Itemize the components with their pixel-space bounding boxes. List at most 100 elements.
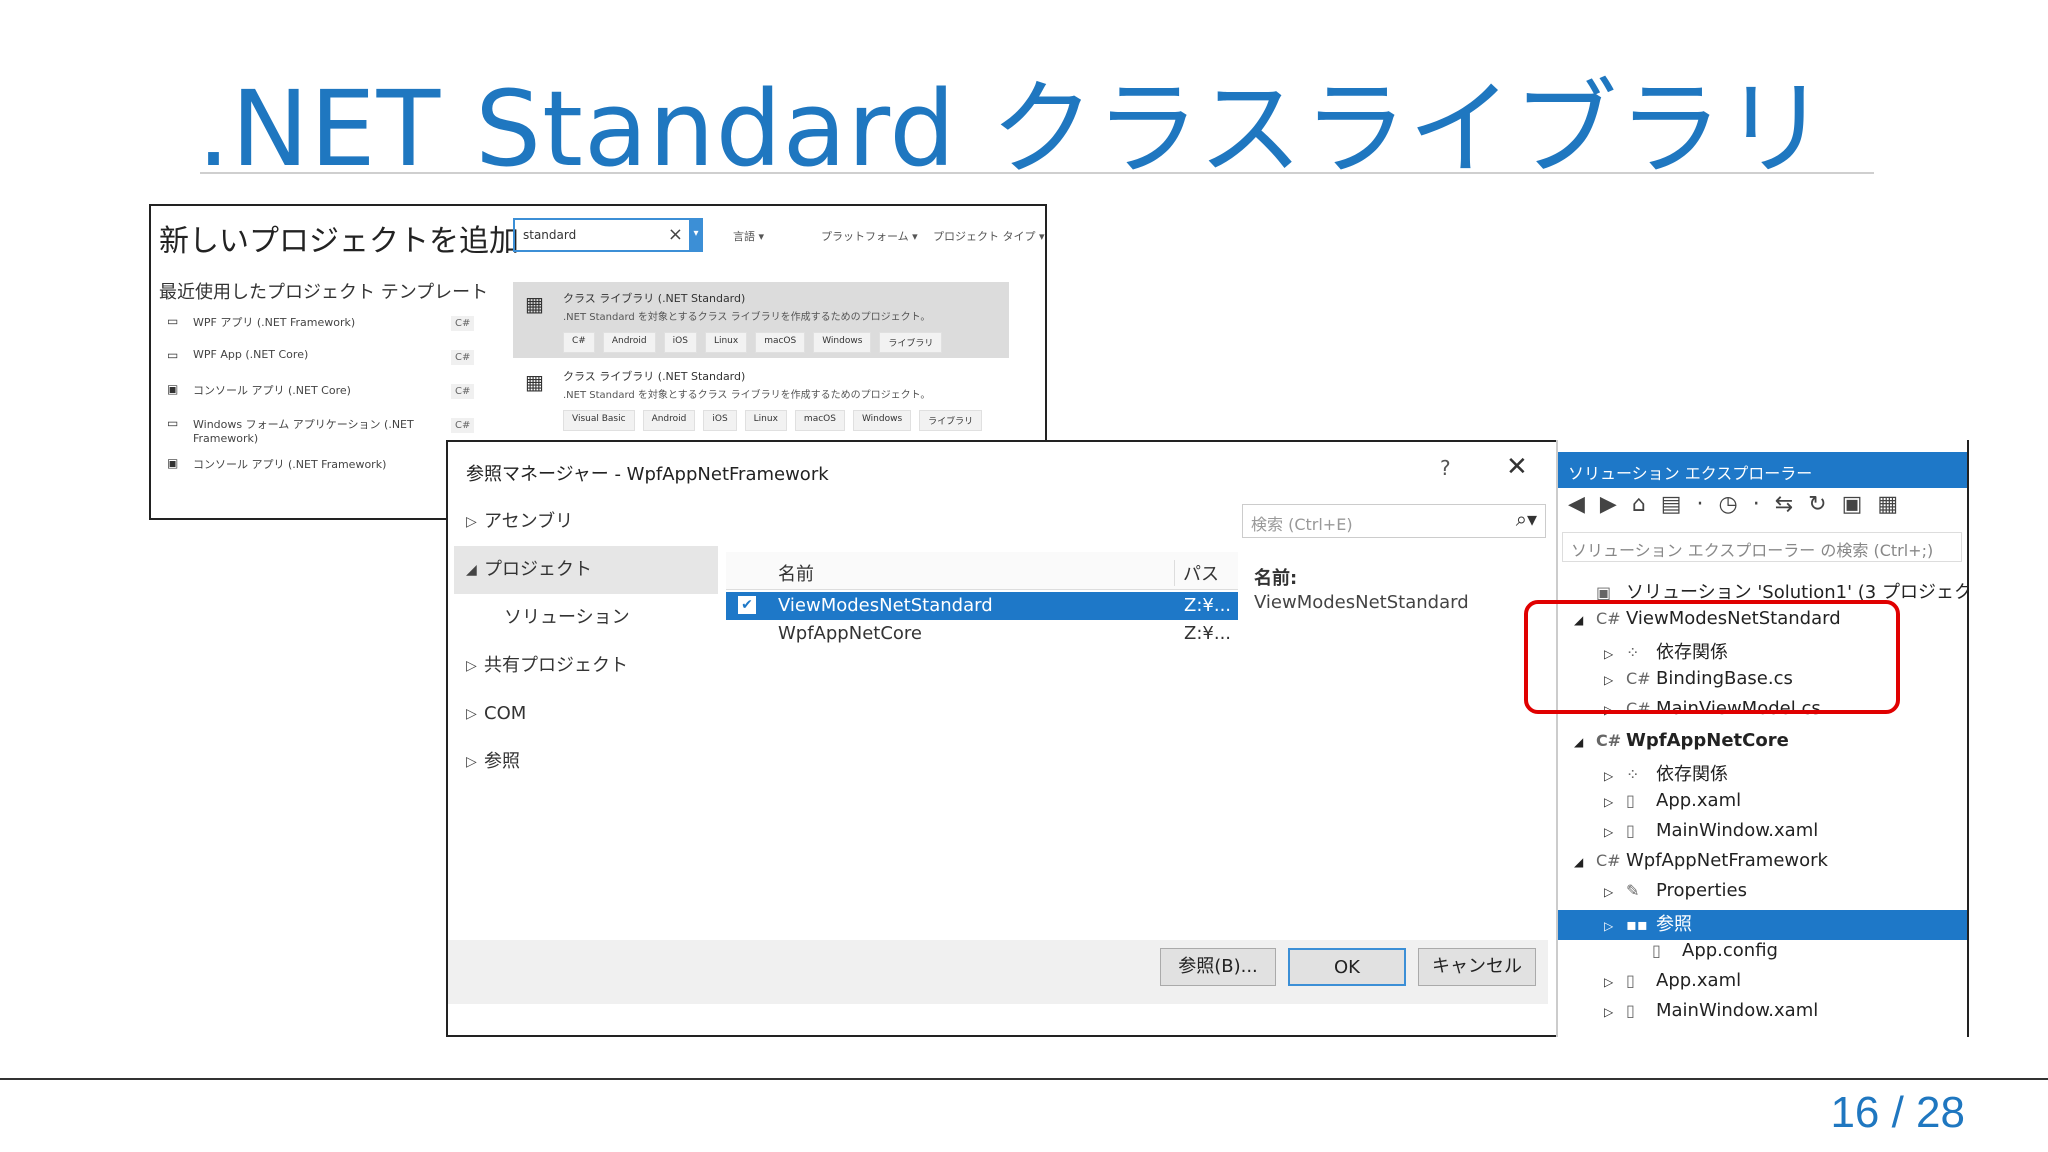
clear-search-icon[interactable]: × xyxy=(668,224,683,245)
cancel-button[interactable]: キャンセル xyxy=(1418,948,1536,986)
file-type-icon: ⁘ xyxy=(1626,765,1640,784)
page-number: 16 / 28 xyxy=(1830,1088,1965,1137)
column-name[interactable]: 名前 xyxy=(778,560,814,586)
recent-template-item[interactable]: ▣コンソール アプリ (.NET Framework)C# xyxy=(165,456,475,490)
console-icon: ▣ xyxy=(167,456,179,470)
reference-manager-title: 参照マネージャー - WpfAppNetFramework xyxy=(466,464,829,485)
file-type-icon: ▯ xyxy=(1626,821,1635,840)
tree-item-label: 依存関係 xyxy=(1656,764,1728,785)
tree-item[interactable]: ▷ ✎ Properties xyxy=(1604,880,1747,910)
expand-icon: ▷ xyxy=(466,754,477,770)
solution-search-input[interactable]: ソリューション エクスプローラー の検索 (Ctrl+;) xyxy=(1562,532,1962,562)
help-icon[interactable]: ? xyxy=(1440,456,1451,480)
file-type-icon: ▯ xyxy=(1652,941,1661,960)
file-type-icon: ▯ xyxy=(1626,791,1635,810)
tree-item-label: MainWindow.xaml xyxy=(1656,820,1819,841)
project-type-filter[interactable]: プロジェクト タイプ ▾ xyxy=(933,228,1045,244)
browse-button[interactable]: 参照(B)... xyxy=(1160,948,1276,986)
ok-button[interactable]: OK xyxy=(1288,948,1406,986)
tree-item[interactable]: ▷ ▯ App.xaml xyxy=(1604,970,1741,1000)
file-type-icon: ▯ xyxy=(1626,971,1635,990)
template-tags: C# Android iOS Linux macOS Windows ライブラリ xyxy=(563,332,943,353)
reference-nav: ▷ アセンブリ ◢ プロジェクト ソリューション ▷ 共有プロジェクト ▷ COM ▷ 参… xyxy=(454,498,718,978)
search-icon[interactable]: ⌕▾ xyxy=(1516,507,1537,531)
recent-templates-list: ▭ WPF アプリ (.NET Framework) C# ▭ WPF App (.N… xyxy=(165,314,475,490)
tree-item-label: WpfAppNetFramework xyxy=(1626,850,1828,871)
template-search-value: standard xyxy=(523,228,577,242)
window-icon: ▭ xyxy=(167,348,179,362)
expand-toggle-icon[interactable]: ◢ xyxy=(1574,855,1596,869)
title-divider xyxy=(200,172,1874,174)
file-type-icon: ▪▪ xyxy=(1626,915,1648,934)
collapse-icon: ◢ xyxy=(466,562,477,578)
nav-item-assemblies[interactable]: ▷ アセンブリ xyxy=(454,498,718,546)
language-filter[interactable]: 言語 ▾ xyxy=(733,228,764,244)
project-grid: 名前 パス ✔ ViewModesNetStandard Z:¥... WpfA… xyxy=(726,552,1238,932)
expand-toggle-icon[interactable]: ▷ xyxy=(1604,885,1626,899)
nav-item-projects[interactable]: ◢ プロジェクト xyxy=(454,546,718,594)
class-library-icon: ▦ xyxy=(525,292,544,316)
solution-explorer-title: ソリューション エクスプローラー xyxy=(1558,452,1967,488)
expand-toggle-icon[interactable]: ◢ xyxy=(1574,735,1596,749)
template-tags: Visual Basic Android iOS Linux macOS Win… xyxy=(563,410,983,431)
window-icon: ▭ xyxy=(167,314,179,328)
tree-item-label: App.xaml xyxy=(1656,970,1742,991)
highlight-box xyxy=(1524,600,1900,714)
table-row[interactable]: WpfAppNetCore Z:¥... xyxy=(726,620,1238,648)
solution-explorer: ソリューション エクスプローラー ◀ ▶ ⌂ ▤ · ◷ · ⇆ ↻ ▣ ▦ ソ… xyxy=(1556,440,1967,1037)
template-search-input[interactable]: standard × ▾ xyxy=(513,218,703,252)
expand-icon: ▷ xyxy=(466,706,477,722)
tree-item[interactable]: ▷ ⁘ 依存関係 xyxy=(1604,760,1728,790)
file-type-icon: ▯ xyxy=(1626,1001,1635,1020)
tree-item[interactable]: ▷ ▯ App.xaml xyxy=(1604,790,1741,820)
expand-icon: ▷ xyxy=(466,658,477,674)
footer-divider xyxy=(0,1078,2048,1080)
table-row[interactable]: ✔ ViewModesNetStandard Z:¥... xyxy=(726,592,1238,620)
template-item-selected[interactable]: ▦ クラス ライブラリ (.NET Standard) .NET Standar… xyxy=(513,282,1009,358)
close-icon[interactable]: ✕ xyxy=(1506,452,1528,482)
tree-item[interactable]: ◢ C# WpfAppNetFramework xyxy=(1574,850,1828,880)
detail-name-label: 名前: xyxy=(1254,568,1298,589)
column-path[interactable]: パス xyxy=(1174,560,1219,586)
recent-template-item[interactable]: ▭ Windows フォーム アプリケーション (.NET Framework) C… xyxy=(165,416,475,456)
recent-template-item[interactable]: ▭ WPF App (.NET Core) C# xyxy=(165,348,475,382)
expand-toggle-icon[interactable]: ▷ xyxy=(1604,975,1626,989)
expand-toggle-icon[interactable]: ▷ xyxy=(1604,919,1626,933)
file-type-icon: C# xyxy=(1596,851,1621,870)
expand-icon: ▷ xyxy=(466,514,477,530)
expand-toggle-icon[interactable]: ▷ xyxy=(1604,769,1626,783)
tree-item[interactable]: ▯ App.config xyxy=(1630,940,1778,970)
tree-item[interactable]: ▷ ▯ MainWindow.xaml xyxy=(1604,1000,1818,1030)
detail-name-value: ViewModesNetStandard xyxy=(1254,592,1469,613)
reference-checkbox[interactable]: ✔ xyxy=(738,596,756,614)
tree-item[interactable]: ▷ ▪▪ 参照 xyxy=(1558,910,1967,940)
new-project-title: 新しいプロジェクトを追加 xyxy=(159,224,519,259)
recent-template-item[interactable]: ▣ コンソール アプリ (.NET Core) C# xyxy=(165,382,475,416)
nav-item-com[interactable]: ▷ COM xyxy=(454,690,718,738)
nav-item-shared-projects[interactable]: ▷ 共有プロジェクト xyxy=(454,642,718,690)
file-type-icon: ✎ xyxy=(1626,881,1640,900)
expand-toggle-icon[interactable]: ▷ xyxy=(1604,1005,1626,1019)
file-type-icon: C# xyxy=(1596,731,1622,750)
console-icon: ▣ xyxy=(167,382,179,396)
tree-item-label: MainWindow.xaml xyxy=(1656,1000,1819,1021)
recent-templates-heading: 最近使用したプロジェクト テンプレート xyxy=(159,282,489,303)
window-icon: ▭ xyxy=(167,416,179,430)
expand-toggle-icon[interactable]: ▷ xyxy=(1604,825,1626,839)
tree-item-label: WpfAppNetCore xyxy=(1626,730,1789,751)
tree-item-label: 参照 xyxy=(1656,914,1692,935)
tree-item[interactable]: ◢ C# WpfAppNetCore xyxy=(1574,730,1789,760)
template-item[interactable]: ▦ クラス ライブラリ (.NET Standard) .NET Standar… xyxy=(513,360,1009,436)
class-library-icon: ▦ xyxy=(525,370,544,394)
tree-item-label: App.config xyxy=(1682,940,1778,961)
tree-item[interactable]: ▷ ▯ MainWindow.xaml xyxy=(1604,820,1818,850)
platform-filter[interactable]: プラットフォーム ▾ xyxy=(821,228,918,244)
recent-template-item[interactable]: ▭ WPF アプリ (.NET Framework) C# xyxy=(165,314,475,348)
expand-toggle-icon[interactable]: ▷ xyxy=(1604,795,1626,809)
solution-explorer-toolbar[interactable]: ◀ ▶ ⌂ ▤ · ◷ · ⇆ ↻ ▣ ▦ xyxy=(1568,492,1902,517)
nav-item-solution[interactable]: ソリューション xyxy=(454,594,718,642)
tree-item-label: Properties xyxy=(1656,880,1747,901)
nav-item-browse[interactable]: ▷ 参照 xyxy=(454,738,718,786)
reference-search-input[interactable]: 検索 (Ctrl+E) ⌕▾ xyxy=(1242,504,1546,538)
search-dropdown-icon[interactable]: ▾ xyxy=(689,218,703,252)
